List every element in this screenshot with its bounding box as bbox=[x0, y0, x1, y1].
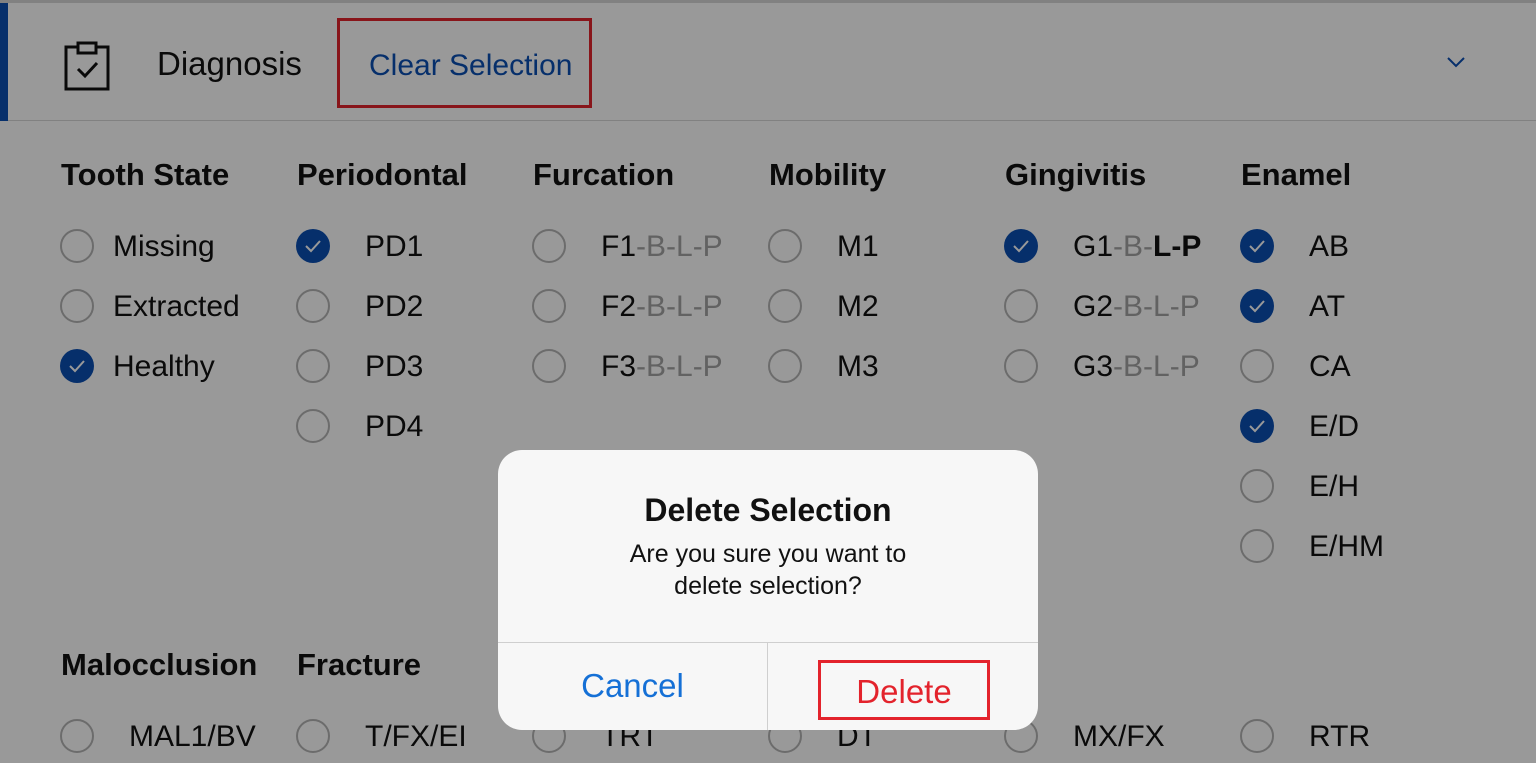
dialog-button-divider bbox=[767, 642, 768, 730]
cancel-label: Cancel bbox=[581, 667, 684, 704]
dialog-message: Are you sure you want to delete selectio… bbox=[629, 540, 907, 600]
delete-button[interactable]: Delete bbox=[818, 660, 990, 720]
dialog-title: Delete Selection bbox=[644, 492, 892, 528]
delete-selection-dialog: Delete Selection Are you sure you want t… bbox=[498, 450, 1038, 730]
delete-label: Delete bbox=[856, 673, 952, 710]
cancel-button[interactable]: Cancel bbox=[498, 643, 767, 730]
